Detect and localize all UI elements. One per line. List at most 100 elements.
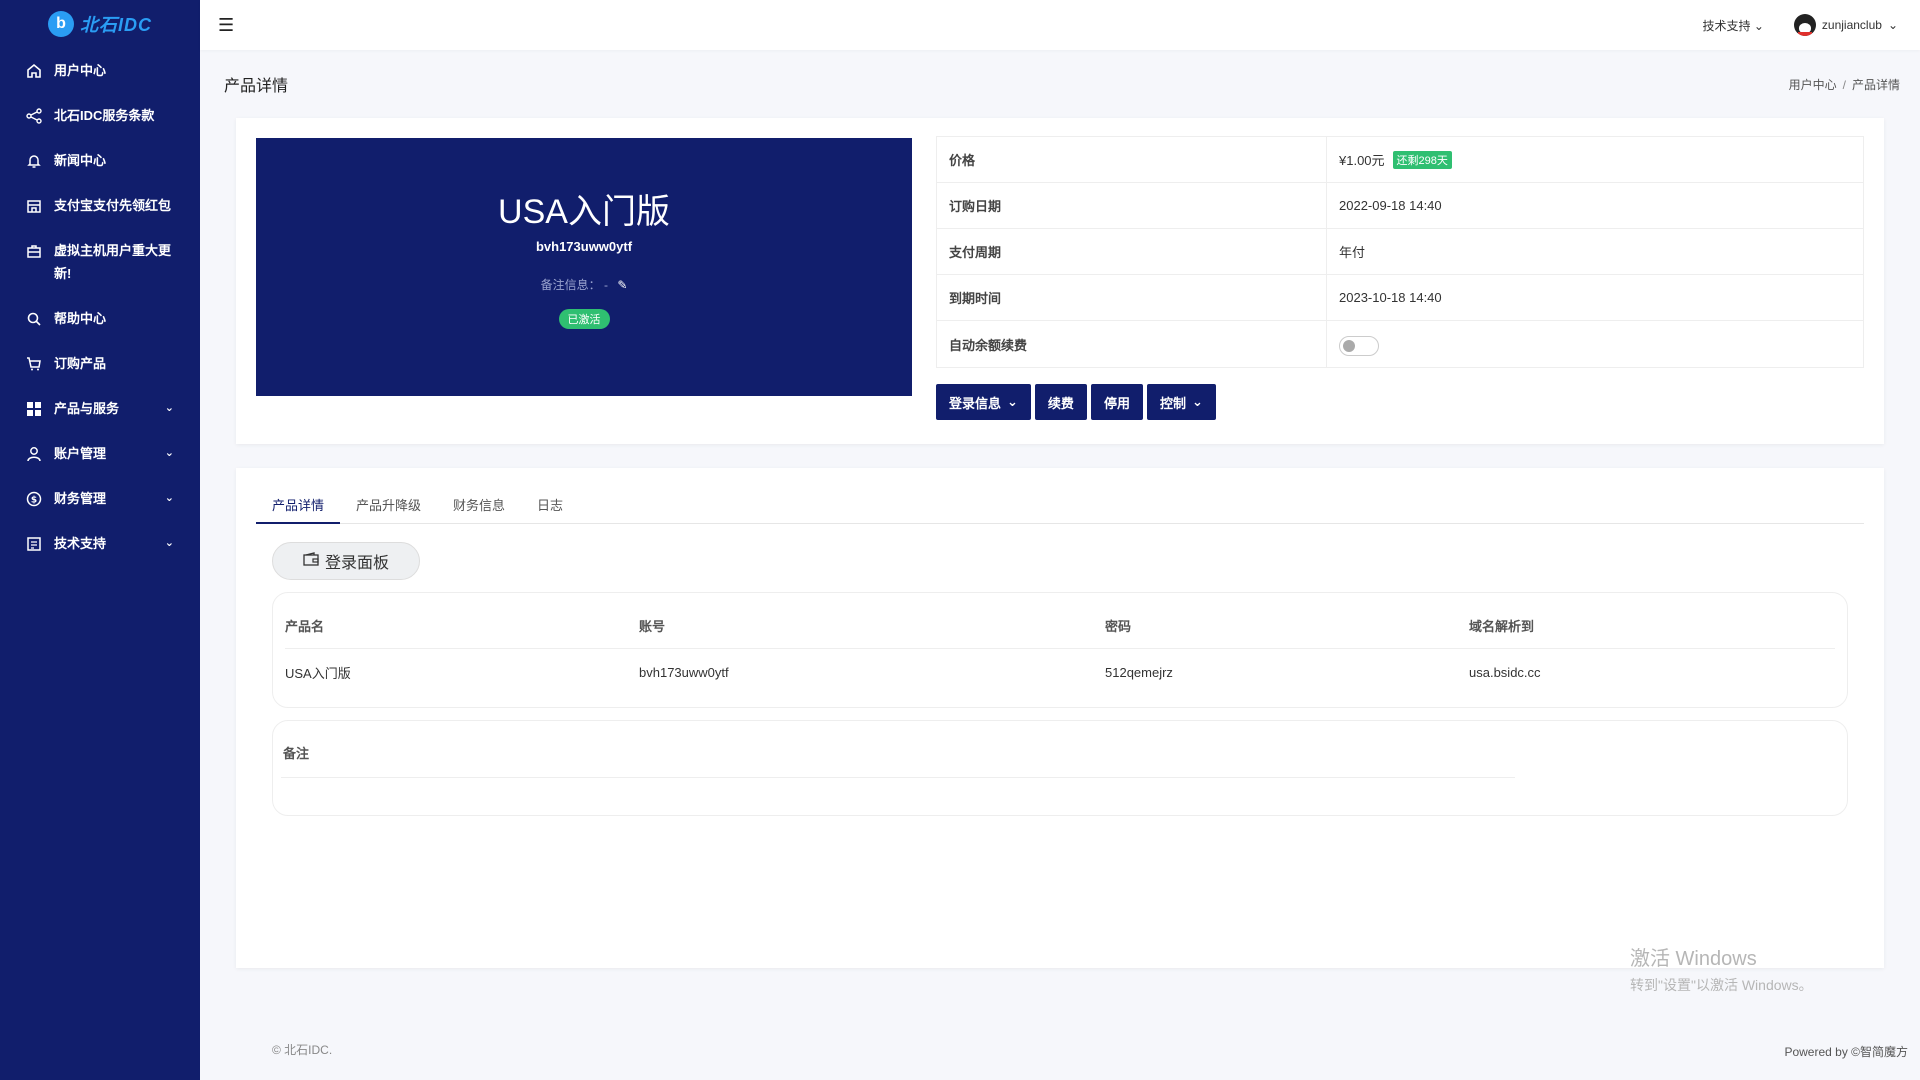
sidebar-item-label: 新闻中心 [54, 153, 107, 168]
support-dropdown[interactable]: 技术支持 ⌄ [1702, 17, 1763, 34]
button-label: 停用 [1103, 395, 1130, 411]
info-row-order-date: 订购日期 2022-09-18 14:40 [937, 183, 1863, 229]
info-row-auto-renew: 自动余额续费 [937, 321, 1863, 367]
sidebar-item-finance[interactable]: $ 财务管理 ⌄ [0, 476, 200, 521]
login-info-button[interactable]: 登录信息 ⌄ [936, 384, 1031, 420]
chevron-down-icon: ⌄ [1007, 394, 1018, 409]
cell-account: bvh173uww0ytf [639, 664, 729, 680]
sidebar-item-label: 支付宝支付先领红包 [54, 198, 172, 213]
topbar: ☰ 技术支持 ⌄ zunjianclub ⌄ [200, 0, 1920, 50]
sidebar-item-terms[interactable]: 北石IDC服务条款 [0, 93, 200, 138]
control-button[interactable]: 控制 ⌄ [1146, 384, 1216, 420]
sidebar-item-order[interactable]: 订购产品 [0, 341, 200, 386]
windows-activation-watermark: 激活 Windows 转到"设置"以激活 Windows。 [1630, 942, 1813, 995]
tab-product-detail[interactable]: 产品详情 [256, 496, 341, 524]
note-section: 备注 [272, 720, 1848, 816]
breadcrumb: 用户中心 / 产品详情 [1789, 76, 1900, 93]
breadcrumb-current: 产品详情 [1851, 77, 1900, 92]
auto-renew-toggle[interactable] [1339, 336, 1379, 356]
detail-tabs: 产品详情 产品升降级 财务信息 日志 [256, 496, 1864, 524]
bell-icon [24, 149, 44, 172]
note-value: - [603, 278, 608, 292]
product-info-table: 价格 ¥1.00元 还剩298天 订购日期 2022-09-18 14:40 支… [936, 136, 1864, 368]
credentials-table: 产品名 账号 密码 域名解析到 USA入门版 bvh173uww0ytf 512… [272, 592, 1848, 708]
status-badge: 已激活 [558, 309, 610, 329]
product-detail-card: 产品详情 产品升降级 财务信息 日志 登录面板 产品名 账号 密码 域名解析到 … [236, 468, 1884, 968]
chevron-down-icon: ⌄ [164, 492, 174, 504]
chevron-down-icon: ⌄ [164, 447, 174, 459]
sidebar-item-vhost-update[interactable]: 虚拟主机用户重大更新! [0, 228, 200, 296]
info-label: 自动余额续费 [937, 321, 1327, 367]
info-row-cycle: 支付周期 年付 [937, 229, 1863, 275]
chevron-down-icon: ⌄ [1753, 18, 1764, 33]
store-icon [24, 194, 44, 217]
topbar-right: 技术支持 ⌄ zunjianclub ⌄ [1702, 14, 1920, 36]
button-label: 续费 [1047, 395, 1074, 411]
column-header: 密码 [1105, 619, 1132, 634]
sidebar: b 北石IDC 用户中心 北石IDC服务条款 新闻中心 支付宝支付先领红包 虚拟… [0, 0, 200, 1080]
username: zunjianclub [1821, 18, 1882, 32]
sidebar-item-label: 订购产品 [54, 356, 107, 371]
column-header: 产品名 [285, 619, 325, 634]
cell-product-name: USA入门版 [285, 665, 351, 681]
sidebar-item-news[interactable]: 新闻中心 [0, 138, 200, 183]
sidebar-item-label: 北石IDC服务条款 [54, 108, 155, 123]
divider [281, 777, 1515, 778]
sidebar-item-help[interactable]: 帮助中心 [0, 296, 200, 341]
page-title: 产品详情 [224, 78, 289, 95]
info-row-expire: 到期时间 2023-10-18 14:40 [937, 275, 1863, 321]
renew-button[interactable]: 续费 [1034, 384, 1087, 420]
button-label: 登录信息 [949, 395, 1002, 411]
product-hero: USA入门版 bvh173uww0ytf 备注信息： - ✎ 已激活 [256, 138, 912, 396]
info-value [1327, 332, 1379, 356]
sidebar-item-products[interactable]: 产品与服务 ⌄ [0, 386, 200, 431]
sidebar-item-user-center[interactable]: 用户中心 [0, 48, 200, 93]
user-icon [24, 442, 44, 465]
price-value: ¥1.00元 [1339, 153, 1385, 168]
product-name: USA入门版 [498, 193, 670, 231]
cell-password: 512qemejrz [1105, 664, 1173, 680]
dollar-icon: $ [24, 487, 44, 510]
tab-log[interactable]: 日志 [521, 496, 579, 524]
login-panel-button[interactable]: 登录面板 [272, 542, 421, 580]
table-header: 产品名 账号 密码 域名解析到 [285, 603, 1835, 649]
note-section-label: 备注 [283, 746, 310, 761]
button-label: 登录面板 [325, 555, 390, 572]
info-row-price: 价格 ¥1.00元 还剩298天 [937, 137, 1863, 183]
info-label: 订购日期 [937, 183, 1327, 228]
sidebar-item-label: 产品与服务 [54, 401, 120, 416]
chevron-down-icon: ⌄ [1887, 18, 1898, 32]
search-icon [24, 307, 44, 330]
sidebar-item-account[interactable]: 账户管理 ⌄ [0, 431, 200, 476]
brand-logo[interactable]: b 北石IDC [0, 0, 200, 48]
sidebar-item-label: 帮助中心 [54, 311, 107, 326]
svg-text:$: $ [31, 495, 37, 505]
menu-toggle-icon[interactable]: ☰ [218, 15, 234, 36]
sidebar-item-label: 用户中心 [54, 63, 107, 78]
sidebar-nav: 用户中心 北石IDC服务条款 新闻中心 支付宝支付先领红包 虚拟主机用户重大更新… [0, 48, 200, 566]
sidebar-item-support[interactable]: 技术支持 ⌄ [0, 521, 200, 566]
briefcase-icon [24, 239, 44, 262]
sidebar-item-label: 账户管理 [54, 446, 107, 461]
chevron-down-icon: ⌄ [164, 402, 174, 414]
sidebar-item-label: 财务管理 [54, 491, 107, 506]
tab-finance[interactable]: 财务信息 [437, 496, 521, 524]
avatar [1793, 14, 1816, 36]
brand-mark: b [48, 11, 74, 37]
page-header: 产品详情 用户中心 / 产品详情 [224, 72, 1900, 96]
edit-icon[interactable]: ✎ [617, 278, 627, 292]
sidebar-item-alipay[interactable]: 支付宝支付先领红包 [0, 183, 200, 228]
watermark-subtitle: 转到"设置"以激活 Windows。 [1630, 977, 1813, 993]
info-value: 年付 [1339, 245, 1366, 260]
info-label: 到期时间 [937, 275, 1327, 320]
action-buttons: 登录信息 ⌄ 续费 停用 控制 ⌄ [936, 384, 1216, 420]
tab-upgrade[interactable]: 产品升降级 [340, 496, 437, 524]
info-label: 支付周期 [937, 229, 1327, 274]
product-username: bvh173uww0ytf [535, 239, 633, 254]
breadcrumb-link[interactable]: 用户中心 [1789, 78, 1837, 92]
user-menu[interactable]: zunjianclub ⌄ [1793, 14, 1898, 36]
product-summary-card: USA入门版 bvh173uww0ytf 备注信息： - ✎ 已激活 价格 ¥1… [236, 118, 1884, 444]
disable-button[interactable]: 停用 [1090, 384, 1143, 420]
footer-powered-by: Powered by ©智简魔方 [1784, 1045, 1908, 1059]
grid-icon [24, 397, 44, 420]
